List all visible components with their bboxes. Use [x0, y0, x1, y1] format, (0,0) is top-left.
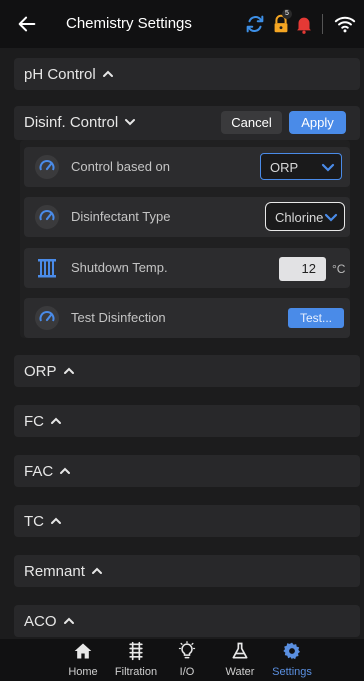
section-label: ACO: [24, 613, 57, 630]
section-label: pH Control: [24, 66, 96, 83]
temperature-unit: °C: [332, 262, 346, 276]
section-fac[interactable]: FAC: [14, 455, 360, 487]
nav-item-filtration[interactable]: Filtration: [111, 639, 161, 681]
notification-count-badge: 5: [282, 9, 292, 19]
gauge-icon: [35, 155, 59, 179]
page-title: Chemistry Settings: [66, 15, 192, 32]
home-icon: [74, 643, 92, 659]
chevron-down-icon: [324, 213, 338, 222]
gauge-icon: [35, 205, 59, 229]
chevron-up-icon: [50, 513, 62, 530]
flask-icon: [232, 642, 248, 659]
section-tc[interactable]: TC: [14, 505, 360, 537]
shutdown-temp-input[interactable]: 12: [279, 257, 326, 281]
section-fc[interactable]: FC: [14, 405, 360, 437]
nav-item-settings[interactable]: Settings: [266, 639, 318, 681]
back-arrow-icon[interactable]: [16, 13, 38, 35]
lightbulb-icon: [178, 641, 196, 659]
chevron-up-icon: [50, 413, 62, 430]
section-label: TC: [24, 513, 44, 530]
gear-icon: [283, 642, 300, 660]
section-label: Remnant: [24, 563, 85, 580]
control-based-on-select[interactable]: ORP: [260, 153, 342, 180]
section-label: Disinf. Control: [24, 114, 119, 131]
section-orp[interactable]: ORP: [14, 355, 360, 387]
disinfectant-type-select[interactable]: Chlorine: [265, 202, 345, 231]
nav-label: I/O: [179, 666, 195, 678]
chevron-up-icon: [63, 363, 75, 380]
row-label: Shutdown Temp.: [71, 260, 168, 275]
row-label: Test Disinfection: [71, 310, 166, 325]
bell-icon[interactable]: [293, 13, 315, 35]
nav-label: Water: [225, 666, 255, 678]
section-label: FC: [24, 413, 44, 430]
cancel-button[interactable]: Cancel: [221, 111, 282, 134]
section-label: ORP: [24, 363, 57, 380]
apply-button[interactable]: Apply: [289, 111, 346, 134]
chevron-down-icon: [124, 114, 136, 131]
row-disinfectant-type: Disinfectant Type Chlorine: [24, 197, 350, 237]
wifi-icon: [334, 16, 356, 33]
select-value: ORP: [270, 160, 299, 175]
row-label: Disinfectant Type: [71, 209, 171, 224]
filtration-icon: [129, 641, 143, 661]
row-label: Control based on: [71, 159, 171, 174]
section-aco[interactable]: ACO: [14, 605, 360, 637]
chevron-up-icon: [59, 463, 71, 480]
nav-label: Home: [68, 666, 98, 678]
nav-label: Settings: [272, 666, 312, 678]
section-remnant[interactable]: Remnant: [14, 555, 360, 587]
test-disinfection-button[interactable]: Test...: [288, 308, 344, 328]
chevron-up-icon: [63, 613, 75, 630]
nav-item-water[interactable]: Water: [222, 639, 258, 681]
chevron-down-icon: [321, 163, 335, 172]
heater-icon: [38, 259, 56, 278]
chevron-up-icon: [91, 563, 103, 580]
top-app-bar: Chemistry Settings 5: [0, 0, 364, 48]
bottom-navigation: Home Filtration I/O Water Settings: [0, 639, 364, 681]
section-ph-control[interactable]: pH Control: [14, 58, 360, 90]
nav-label: Filtration: [114, 666, 158, 678]
gauge-icon: [35, 306, 59, 330]
nav-item-io[interactable]: I/O: [172, 639, 202, 681]
chevron-up-icon: [102, 66, 114, 83]
sync-icon[interactable]: [244, 13, 266, 35]
select-value: Chlorine: [275, 210, 324, 225]
divider: [322, 14, 323, 34]
section-label: FAC: [24, 463, 54, 480]
nav-item-home[interactable]: Home: [62, 639, 104, 681]
row-control-based-on: Control based on ORP: [24, 147, 350, 187]
